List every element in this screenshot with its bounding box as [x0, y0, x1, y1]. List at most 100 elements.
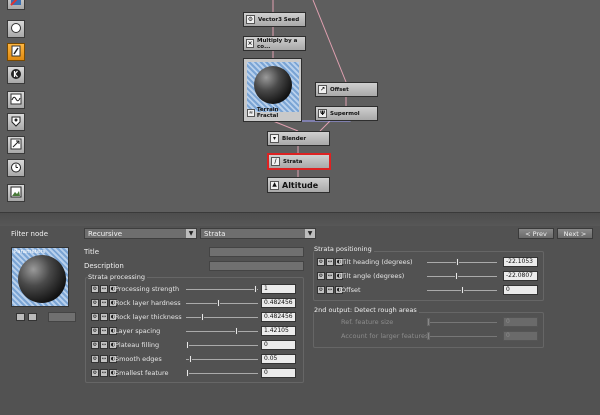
link-icon[interactable]: ↔ — [100, 369, 108, 377]
slider-knob[interactable] — [254, 285, 257, 293]
top-partial-icon — [10, 0, 22, 8]
param-value-field[interactable]: 0 — [261, 368, 296, 378]
description-field[interactable] — [209, 261, 304, 271]
settings-icon[interactable]: ⚙ — [91, 327, 99, 335]
node-offset[interactable]: ↗ Offset — [315, 82, 378, 97]
panel-splitter[interactable] — [0, 212, 600, 226]
param-slider[interactable] — [186, 355, 258, 363]
toolbar-button-timer[interactable] — [7, 159, 25, 177]
slider-knob[interactable] — [201, 313, 204, 321]
link-icon[interactable]: ↔ — [100, 313, 108, 321]
wave-icon — [10, 93, 22, 107]
toolbar-button-mask[interactable] — [7, 113, 25, 131]
param-label: Layer spacing — [115, 327, 161, 335]
link-icon[interactable]: ↔ — [100, 355, 108, 363]
slider-knob[interactable] — [217, 299, 220, 307]
param-slider[interactable] — [427, 286, 497, 294]
node-graph-canvas[interactable]: ⚙ Vector3 Seed × Multiply by a co... ≈ T… — [30, 0, 600, 212]
node-vector3-seed[interactable]: ⚙ Vector3 Seed — [243, 12, 306, 27]
settings-icon[interactable]: ⚙ — [317, 258, 325, 266]
slider-knob[interactable] — [455, 272, 458, 280]
prev-button[interactable]: < Prev — [518, 228, 554, 239]
slider-knob[interactable] — [235, 327, 238, 335]
node-preview: Parameters — [11, 247, 69, 307]
settings-icon[interactable]: ⚙ — [317, 272, 325, 280]
param-value-field[interactable]: -22.1053 — [503, 257, 538, 267]
param-slider[interactable] — [186, 285, 258, 293]
filter-mode-select[interactable]: Recursive ▼ — [84, 228, 197, 239]
node-multiply[interactable]: × Multiply by a co... — [243, 36, 306, 51]
title-field[interactable] — [209, 247, 304, 257]
slider-knob[interactable] — [186, 369, 189, 377]
param-label: Smooth edges — [115, 355, 162, 363]
param-buttons: ⚙ ↔ ◐ — [317, 286, 343, 294]
node-supermol[interactable]: Ψ Supermol — [315, 106, 378, 121]
toolbar-button-circle[interactable] — [7, 20, 25, 38]
slider-knob[interactable] — [456, 258, 459, 266]
param-slider[interactable] — [186, 341, 258, 349]
toolbar-button-move[interactable] — [7, 136, 25, 154]
param-buttons: ⚙ ↔ ◐ — [91, 355, 117, 363]
param-value-field[interactable]: 0.482456 — [261, 312, 296, 322]
link-icon[interactable]: ↔ — [100, 341, 108, 349]
settings-icon[interactable]: ⚙ — [91, 355, 99, 363]
slider-knob[interactable] — [427, 332, 430, 340]
param-value-field[interactable]: 1.42105 — [261, 326, 296, 336]
terrain-fractal-thumbnail — [247, 62, 299, 112]
param-label: Plateau filling — [115, 341, 160, 349]
toolbar-button-image[interactable] — [7, 184, 25, 202]
settings-icon[interactable]: ⚙ — [317, 286, 325, 294]
link-icon[interactable]: ↔ — [326, 258, 334, 266]
chevron-down-icon: ▼ — [186, 229, 196, 238]
timer-icon — [10, 161, 22, 175]
toolbar-button-wave[interactable] — [7, 91, 25, 109]
param-buttons: ⚙ ↔ ◐ — [91, 369, 117, 377]
settings-icon[interactable]: ⚙ — [91, 341, 99, 349]
node-strata-selected[interactable]: / Strata — [267, 153, 331, 170]
node-terrain-fractal[interactable]: ≈ Terrain Fractal — [243, 58, 302, 122]
fractal-node-icon: ≈ — [247, 109, 255, 117]
param-slider[interactable] — [186, 299, 258, 307]
link-icon[interactable]: ↔ — [100, 327, 108, 335]
param-value-field[interactable]: 0 — [503, 285, 538, 295]
toolbar-button-k[interactable] — [7, 66, 25, 84]
param-buttons: ⚙ ↔ ◐ — [91, 341, 117, 349]
toolbar-button-strata[interactable] — [7, 43, 25, 61]
param-slider[interactable] — [186, 327, 258, 335]
slider-knob[interactable] — [189, 355, 192, 363]
param-value-field[interactable]: -22.0807 — [503, 271, 538, 281]
chevron-down-icon: ▼ — [305, 229, 315, 238]
slider-knob[interactable] — [427, 318, 430, 326]
next-button[interactable]: Next > — [557, 228, 593, 239]
param-value-field[interactable]: 0.482456 — [261, 298, 296, 308]
preview-size-field[interactable] — [48, 312, 76, 322]
preview-lock-icon[interactable] — [28, 313, 37, 321]
node-blender[interactable]: ▾ Blender — [267, 131, 330, 146]
slider-knob[interactable] — [461, 286, 464, 294]
settings-icon[interactable]: ⚙ — [91, 285, 99, 293]
filter-type-select[interactable]: Strata ▼ — [200, 228, 316, 239]
link-icon[interactable]: ↔ — [326, 272, 334, 280]
param-value-field[interactable]: 0 — [503, 331, 538, 341]
param-slider[interactable] — [427, 318, 497, 326]
settings-icon[interactable]: ⚙ — [91, 369, 99, 377]
slider-knob[interactable] — [186, 341, 189, 349]
link-icon[interactable]: ↔ — [100, 299, 108, 307]
param-value-field[interactable]: 0 — [261, 340, 296, 350]
param-value-field[interactable]: 0.05 — [261, 354, 296, 364]
move-icon — [10, 138, 22, 152]
link-icon[interactable]: ↔ — [100, 285, 108, 293]
param-value-field[interactable]: 0 — [503, 317, 538, 327]
settings-icon[interactable]: ⚙ — [91, 313, 99, 321]
settings-icon[interactable]: ⚙ — [91, 299, 99, 307]
param-slider[interactable] — [427, 272, 497, 280]
param-value-field[interactable]: 1 — [261, 284, 296, 294]
preview-tool-icon[interactable] — [16, 313, 25, 321]
param-slider[interactable] — [427, 258, 497, 266]
link-icon[interactable]: ↔ — [326, 286, 334, 294]
param-slider[interactable] — [186, 369, 258, 377]
node-altitude[interactable]: ▲ Altitude — [267, 177, 330, 193]
param-slider[interactable] — [427, 332, 497, 340]
toolbar-button-top[interactable] — [7, 0, 25, 10]
param-slider[interactable] — [186, 313, 258, 321]
